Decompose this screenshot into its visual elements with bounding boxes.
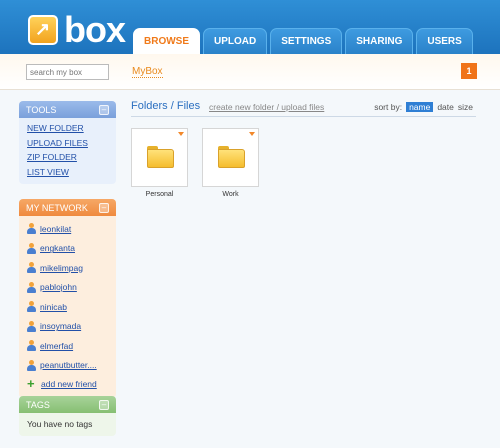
- list-view-link[interactable]: LIST VIEW: [27, 165, 108, 180]
- main-tabs: BROWSE UPLOAD SETTINGS SHARING USERS: [133, 28, 473, 54]
- tab-sharing[interactable]: SHARING: [345, 28, 414, 54]
- network-panel-header: MY NETWORK –: [19, 199, 116, 216]
- sort-label: sort by:: [374, 102, 403, 112]
- zip-folder-link[interactable]: ZIP FOLDER: [27, 150, 108, 165]
- breadcrumb[interactable]: MyBox: [132, 66, 163, 78]
- folder-label[interactable]: Personal: [131, 191, 188, 198]
- collapse-icon[interactable]: –: [99, 202, 109, 213]
- friend-item[interactable]: elmerfad: [27, 336, 108, 356]
- sort-date-option[interactable]: date: [437, 102, 454, 112]
- friend-name: leonkilat: [40, 223, 72, 234]
- collapse-icon[interactable]: –: [99, 399, 109, 410]
- notification-badge[interactable]: 1: [461, 63, 477, 79]
- collapse-icon[interactable]: –: [99, 104, 109, 115]
- friend-name: ninicab: [40, 301, 67, 312]
- friend-item[interactable]: insoymada: [27, 317, 108, 337]
- tab-settings[interactable]: SETTINGS: [270, 28, 343, 54]
- tab-users[interactable]: USERS: [416, 28, 473, 54]
- person-icon: [27, 320, 36, 332]
- person-icon: [27, 242, 36, 254]
- upload-files-link[interactable]: UPLOAD FILES: [27, 136, 108, 151]
- brand-name: box: [64, 9, 126, 50]
- folder-menu-arrow-icon[interactable]: [249, 132, 255, 136]
- folder-menu-arrow-icon[interactable]: [178, 132, 184, 136]
- person-icon: [27, 262, 36, 274]
- add-friend-button[interactable]: + add new friend: [27, 375, 108, 393]
- tags-panel-header: TAGS –: [19, 396, 116, 413]
- friend-name: mikelimpag: [40, 262, 83, 273]
- page-title: Folders / Files: [131, 100, 201, 112]
- files-header: Folders / Files create new folder / uplo…: [131, 99, 476, 117]
- network-panel-title: MY NETWORK: [26, 202, 88, 213]
- person-icon: [27, 223, 36, 235]
- box-logo[interactable]: ↗ box: [28, 9, 126, 50]
- sort-controls: sort by: name date size: [374, 102, 473, 112]
- new-folder-link[interactable]: NEW FOLDER: [27, 121, 108, 136]
- friend-name: peanutbutter....: [40, 360, 97, 371]
- friend-item[interactable]: leonkilat: [27, 219, 108, 239]
- friend-name: elmerfad: [40, 340, 74, 351]
- box-logo-icon: ↗: [28, 15, 58, 45]
- folder-icon: [147, 146, 174, 168]
- folder-personal[interactable]: [131, 128, 188, 187]
- tools-panel-header: TOOLS –: [19, 101, 116, 118]
- person-icon: [27, 359, 36, 371]
- person-icon: [27, 340, 36, 352]
- friend-item[interactable]: mikelimpag: [27, 258, 108, 278]
- person-icon: [27, 301, 36, 313]
- tags-panel: TAGS – You have no tags: [19, 396, 116, 436]
- search-input[interactable]: [26, 64, 109, 80]
- no-tags-text: You have no tags: [27, 419, 93, 429]
- friend-name: pablojohn: [40, 282, 77, 293]
- friend-item[interactable]: pablojohn: [27, 278, 108, 298]
- sub-toolbar: MyBox: [0, 54, 500, 90]
- app-header: ↗ box BROWSE UPLOAD SETTINGS SHARING USE…: [0, 0, 500, 54]
- tab-upload[interactable]: UPLOAD: [203, 28, 268, 54]
- person-icon: [27, 281, 36, 293]
- folder-work[interactable]: [202, 128, 259, 187]
- friend-item[interactable]: peanutbutter....: [27, 356, 108, 376]
- create-upload-links[interactable]: create new folder / upload files: [209, 102, 324, 112]
- friend-name: insoymada: [40, 321, 82, 332]
- friend-item[interactable]: ninicab: [27, 297, 108, 317]
- tools-panel: TOOLS – NEW FOLDER UPLOAD FILES ZIP FOLD…: [19, 101, 116, 184]
- folder-icon: [218, 146, 245, 168]
- friend-name: engkanta: [40, 243, 75, 254]
- sort-size-option[interactable]: size: [458, 102, 473, 112]
- folder-label[interactable]: Work: [202, 191, 259, 198]
- tags-panel-title: TAGS: [26, 399, 50, 410]
- add-friend-label: add new friend: [41, 379, 97, 389]
- sort-name-option[interactable]: name: [406, 102, 434, 112]
- tab-browse[interactable]: BROWSE: [133, 28, 200, 54]
- tools-panel-title: TOOLS: [26, 104, 57, 115]
- friend-item[interactable]: engkanta: [27, 239, 108, 259]
- plus-icon: +: [27, 376, 35, 391]
- network-panel: MY NETWORK – leonkilat engkanta mikelimp…: [19, 199, 116, 398]
